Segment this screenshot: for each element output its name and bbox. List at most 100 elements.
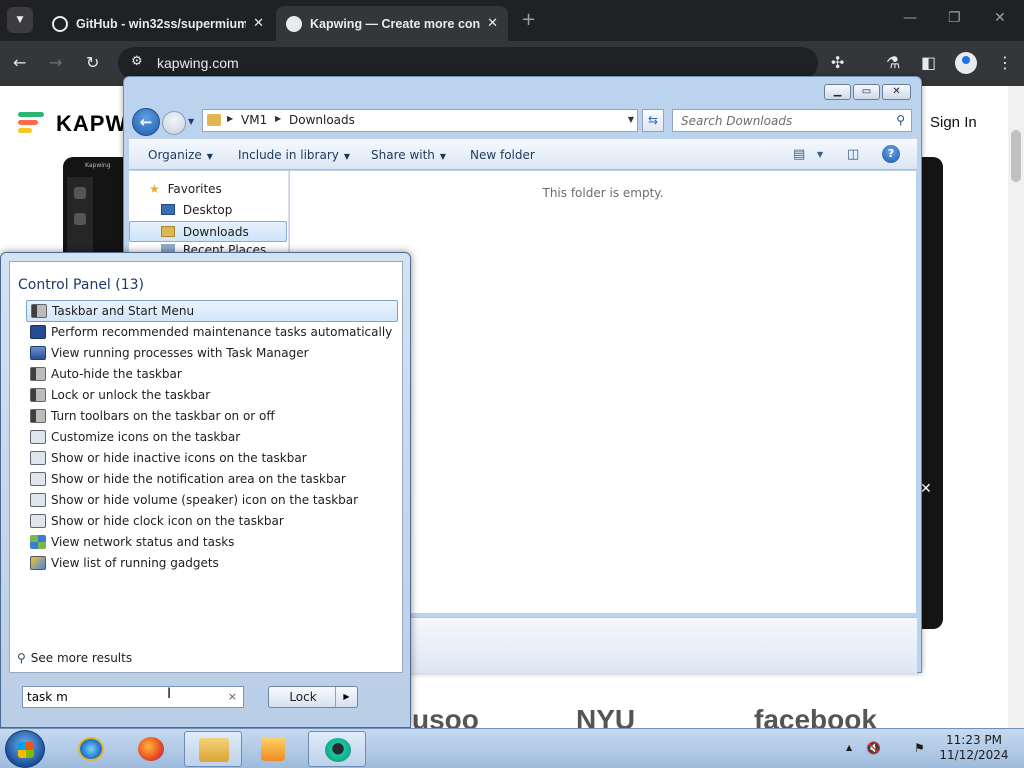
page-scrollbar[interactable] (1008, 86, 1024, 728)
breadcrumb-vm1[interactable]: VM1 (241, 113, 267, 127)
menu-kebab-icon[interactable]: ⋮ (997, 53, 1013, 73)
forward-arrow-icon[interactable]: → (49, 53, 62, 73)
refresh-icon[interactable]: ⇆ (642, 109, 664, 132)
taskbar-explorer[interactable] (184, 731, 242, 767)
lock-label: Lock (289, 690, 317, 704)
result-network-status[interactable]: View network status and tasks (26, 531, 398, 553)
view-options-chevron-icon[interactable]: ▼ (817, 150, 823, 159)
explorer-close-button[interactable]: ✕ (882, 84, 911, 100)
include-in-library-button[interactable]: Include in library ▼ (238, 148, 350, 162)
results-section-header[interactable]: Control Panel (13) (18, 277, 144, 293)
power-options-arrow-icon[interactable]: ▶ (335, 687, 357, 707)
tab-close-icon[interactable]: ✕ (253, 15, 264, 31)
start-menu-results-panel: Control Panel (13) Taskbar and Start Men… (9, 261, 403, 673)
result-notification-area[interactable]: Show or hide the notification area on th… (26, 468, 398, 490)
taskbar-browser[interactable] (308, 731, 366, 767)
labs-flask-icon[interactable]: ⚗ (886, 53, 900, 73)
window-close-button[interactable]: ✕ (994, 10, 1006, 26)
lock-button[interactable]: Lock ▶ (268, 686, 358, 708)
preview-pane-icon[interactable]: ◫ (847, 147, 859, 162)
start-menu: Control Panel (13) Taskbar and Start Men… (0, 252, 411, 728)
nav-desktop-label: Desktop (182, 203, 233, 217)
change-view-icon[interactable]: ▤ (793, 147, 805, 162)
notification-icon (30, 493, 46, 507)
result-maintenance[interactable]: Perform recommended maintenance tasks au… (26, 321, 398, 343)
breadcrumb-downloads[interactable]: Downloads (289, 113, 355, 127)
tab-search-chevron-icon[interactable]: ▼ (7, 7, 33, 33)
profile-avatar-icon[interactable] (955, 52, 977, 74)
result-label: Show or hide the notification area on th… (51, 472, 346, 486)
folder-icon (199, 738, 229, 762)
organize-button[interactable]: Organize ▼ (148, 148, 213, 162)
taskbar-clock[interactable]: 11:23 PM 11/12/2024 (934, 733, 1014, 763)
kapwing-favicon-icon (286, 15, 302, 32)
see-more-results-link[interactable]: ⚲ See more results (17, 651, 132, 665)
result-lock-taskbar[interactable]: Lock or unlock the taskbar (26, 384, 398, 406)
result-label: View list of running gadgets (51, 556, 219, 570)
organize-label: Organize (148, 148, 202, 162)
address-dropdown-icon[interactable]: ▼ (628, 115, 634, 124)
taskbar-firefox[interactable] (122, 731, 180, 767)
nav-desktop[interactable]: Desktop (129, 200, 287, 221)
clock-date: 11/12/2024 (939, 748, 1009, 762)
start-search-input[interactable] (27, 689, 217, 705)
action-center-flag-icon[interactable]: ⚑ (914, 741, 925, 755)
start-orb-button[interactable] (5, 730, 45, 768)
new-folder-button[interactable]: New folder (470, 148, 535, 162)
side-panel-icon[interactable]: ◧ (921, 53, 936, 73)
explorer-address-bar[interactable]: ▶ VM1 ▶ Downloads ▼ (202, 109, 638, 132)
restore-button[interactable]: ❐ (948, 10, 961, 26)
start-search-box[interactable]: × (22, 686, 244, 708)
taskbar-media-player[interactable] (244, 731, 302, 767)
kapwing-logo-text: KAPW (56, 111, 128, 136)
new-tab-button[interactable]: + (521, 9, 536, 30)
taskbar-internet-explorer[interactable] (62, 731, 120, 767)
minimize-button[interactable]: — (903, 10, 917, 26)
tab-close-icon[interactable]: ✕ (487, 15, 498, 31)
result-clock-icon[interactable]: Show or hide clock icon on the taskbar (26, 510, 398, 532)
breadcrumb-arrow-icon[interactable]: ▶ (275, 114, 281, 123)
reload-icon[interactable]: ↻ (86, 53, 99, 73)
search-icon[interactable]: ⚲ (896, 113, 905, 127)
result-auto-hide-taskbar[interactable]: Auto-hide the taskbar (26, 363, 398, 385)
result-customize-icons[interactable]: Customize icons on the taskbar (26, 426, 398, 448)
page-scrollbar-thumb[interactable] (1011, 130, 1021, 182)
share-with-button[interactable]: Share with ▼ (371, 148, 446, 162)
back-button[interactable]: ← (132, 108, 160, 136)
taskbar-icon (30, 388, 46, 402)
result-toolbars[interactable]: Turn toolbars on the taskbar on or off (26, 405, 398, 427)
extensions-puzzle-icon[interactable]: ✣ (831, 53, 844, 73)
tab-github[interactable]: GitHub - win32ss/supermium: ✕ (42, 6, 274, 41)
volume-muted-icon[interactable]: 🔇 (866, 741, 881, 755)
nav-downloads-label: Downloads (182, 225, 249, 239)
folder-icon (207, 114, 221, 126)
nav-downloads[interactable]: Downloads (129, 221, 287, 242)
nav-favorites[interactable]: ★ Favorites (129, 179, 287, 200)
share-with-label: Share with (371, 148, 435, 162)
explorer-minimize-button[interactable]: ▁ (824, 84, 851, 100)
help-icon[interactable]: ? (882, 145, 900, 163)
clear-search-icon[interactable]: × (228, 690, 237, 703)
back-arrow-icon[interactable]: ← (13, 53, 26, 73)
notification-icon (30, 451, 46, 465)
result-volume-icon[interactable]: Show or hide volume (speaker) icon on th… (26, 489, 398, 511)
show-hidden-icons-chevron-icon[interactable]: ▲ (846, 743, 852, 752)
address-bar[interactable]: ⚙ kapwing.com (118, 47, 818, 79)
recent-pages-chevron-icon[interactable]: ▼ (188, 117, 194, 126)
result-label: Taskbar and Start Menu (52, 304, 195, 318)
result-taskbar-and-start-menu[interactable]: Taskbar and Start Menu (26, 300, 398, 322)
tab-kapwing[interactable]: Kapwing — Create more conte ✕ (276, 6, 508, 41)
explorer-search-input[interactable]: Search Downloads ⚲ (672, 109, 912, 132)
result-task-manager[interactable]: View running processes with Task Manager (26, 342, 398, 364)
desktop-icon (161, 204, 175, 215)
result-gadgets[interactable]: View list of running gadgets (26, 552, 398, 574)
chevron-down-icon: ▼ (439, 152, 447, 161)
result-label: Perform recommended maintenance tasks au… (51, 325, 393, 339)
sign-in-link[interactable]: Sign In (930, 114, 977, 131)
explorer-maximize-button[interactable]: ▭ (853, 84, 880, 100)
site-info-icon[interactable]: ⚙ (131, 54, 143, 69)
forward-button[interactable] (162, 111, 186, 135)
tab-title: GitHub - win32ss/supermium: (76, 16, 246, 31)
breadcrumb-arrow-icon[interactable]: ▶ (227, 114, 233, 123)
result-inactive-icons[interactable]: Show or hide inactive icons on the taskb… (26, 447, 398, 469)
